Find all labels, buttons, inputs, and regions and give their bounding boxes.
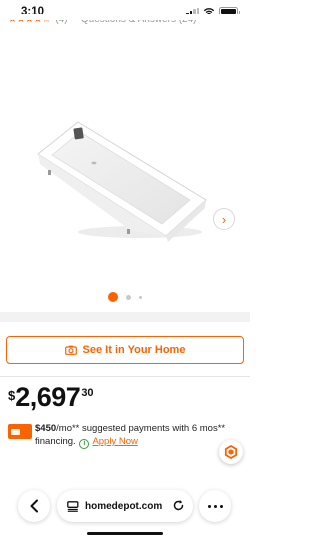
pagination-dot[interactable]	[126, 294, 131, 300]
pagination-dot[interactable]	[139, 295, 142, 299]
price-whole: 2,697	[15, 382, 81, 412]
financing-text: $450/mo** suggested payments with 6 mos*…	[35, 422, 245, 449]
chat-button[interactable]	[219, 440, 243, 464]
chat-icon	[224, 445, 238, 459]
credit-card-icon	[8, 424, 32, 439]
section-divider	[0, 312, 250, 322]
more-dot	[213, 504, 217, 508]
apply-now-link[interactable]: Apply Now	[92, 436, 137, 447]
info-icon[interactable]: i	[79, 439, 90, 449]
tabs-icon[interactable]	[67, 500, 79, 512]
next-image-button[interactable]: ›	[213, 208, 235, 230]
url-text: homedepot.com	[85, 500, 163, 512]
more-dot	[219, 504, 223, 508]
browser-toolbar: homedepot.com	[0, 487, 250, 525]
reload-icon[interactable]	[172, 499, 185, 512]
chevron-right-icon: ›	[221, 211, 227, 227]
address-bar[interactable]: homedepot.com	[57, 490, 193, 522]
monthly-amount: $450	[35, 423, 57, 434]
product-image-gallery[interactable]: ›	[0, 46, 250, 308]
rating-strip-mask	[0, 14, 250, 20]
camera-icon	[64, 345, 77, 355]
pagination-dot-active[interactable]	[108, 292, 118, 302]
home-indicator[interactable]	[87, 532, 163, 535]
gallery-pagination	[0, 292, 250, 302]
more-options-button[interactable]	[199, 490, 231, 522]
see-it-in-your-home-button[interactable]: See It in Your Home	[6, 336, 244, 364]
financing-suffix: financing.	[35, 436, 76, 447]
back-button[interactable]	[18, 490, 50, 522]
price-currency: $	[8, 388, 16, 403]
product-price: $ 2,697 30	[8, 384, 94, 411]
chevron-left-icon	[30, 499, 38, 513]
price-cents: 30	[81, 387, 94, 399]
see-it-in-your-home-label: See It in Your Home	[82, 344, 186, 356]
divider	[0, 376, 250, 377]
product-image	[37, 121, 207, 242]
more-dot	[207, 504, 211, 508]
financing-description: /mo** suggested payments with 6 mos**	[56, 423, 226, 434]
